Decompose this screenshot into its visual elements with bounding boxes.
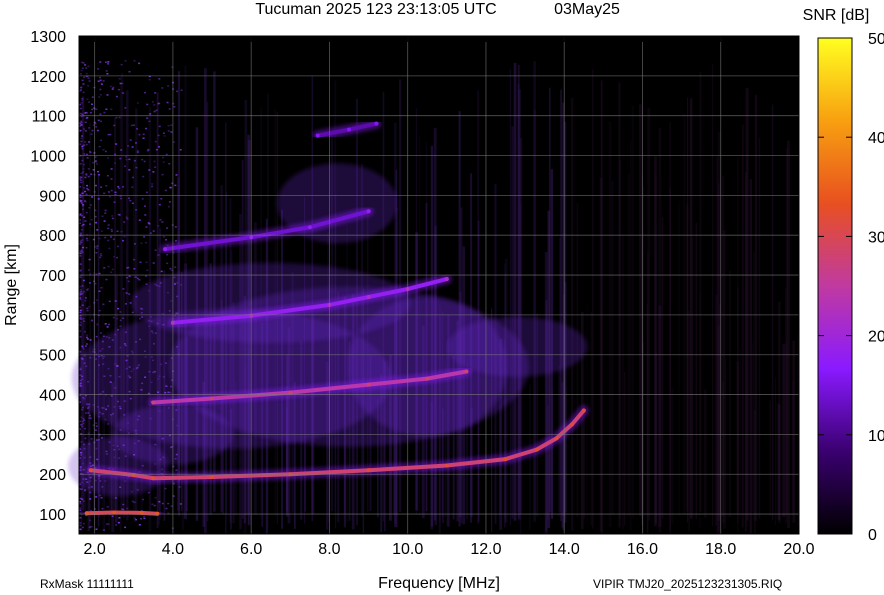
trace-point [366, 209, 371, 214]
y-axis-label: Range [km] [3, 244, 20, 326]
trace-point [374, 121, 379, 126]
trace-point [347, 127, 351, 132]
colorbar-label: SNR [dB] [803, 7, 870, 24]
chart-date: 03May25 [554, 1, 620, 18]
x-axis-label: Frequency [MHz] [378, 575, 500, 592]
x-tick-label: 20.0 [783, 541, 814, 558]
trace-point [210, 475, 214, 479]
trace-point [84, 511, 89, 516]
x-tick-label: 8.0 [318, 541, 340, 558]
ionogram-chart: 2.0 4.0 6.0 8.0 10.0 12.0 14.0 16.0 18.0 20.01002… [3, 1, 884, 592]
trace-point [151, 476, 156, 481]
y-tick-label: 900 [39, 188, 66, 205]
x-tick-label: 2.0 [84, 541, 106, 558]
trace-point [366, 468, 371, 473]
trace-point [444, 277, 449, 281]
y-tick-label: 1300 [30, 29, 66, 46]
y-tick-label: 1100 [32, 109, 67, 126]
colorbar [817, 37, 853, 535]
trace-point [581, 408, 586, 413]
trace-point [534, 447, 539, 452]
trace-point [307, 225, 312, 230]
colorbar-tick-label: 0 [868, 527, 877, 544]
trace-point [88, 468, 93, 473]
colorbar-tick-label: 30 [868, 229, 884, 246]
y-tick-label: 500 [39, 348, 66, 365]
x-tick-label: 14.0 [549, 541, 580, 558]
trace-point [366, 382, 371, 387]
trace-point [570, 422, 574, 427]
y-tick-label: 800 [39, 228, 66, 245]
x-tick-label: 4.0 [162, 541, 184, 558]
trace-point [315, 133, 320, 138]
trace-point [425, 376, 430, 381]
colorbar-tick-label: 20 [868, 329, 884, 346]
echo-trace-1 [81, 507, 163, 519]
y-tick-label: 700 [39, 268, 66, 285]
trace-point [554, 436, 559, 441]
y-tick-label: 1200 [30, 69, 66, 86]
trace-point [131, 473, 136, 477]
y-tick-label: 300 [39, 427, 66, 444]
colorbar-tick-label: 10 [868, 428, 884, 445]
y-tick-label: 1000 [30, 149, 66, 166]
rx-mask-label: RxMask 11111111 [40, 577, 134, 591]
trace-point [366, 295, 371, 299]
y-tick-label: 100 [39, 507, 66, 524]
x-tick-label: 18.0 [705, 541, 736, 558]
trace-point [288, 390, 293, 395]
chart-title: Tucuman 2025 123 23:13:05 UTC [255, 1, 496, 18]
file-name-label: VIPIR TMJ20_2025123231305.RIQ [593, 577, 782, 591]
trace-point [151, 400, 156, 405]
trace-point [210, 396, 214, 401]
colorbar-tick-label: 40 [868, 130, 884, 147]
echo-trace-line [84, 510, 160, 516]
x-tick-label: 16.0 [627, 541, 658, 558]
trace-point [464, 369, 469, 374]
x-tick-label: 12.0 [470, 541, 501, 558]
trace-point [503, 457, 508, 462]
trace-point [163, 247, 168, 252]
y-tick-label: 600 [39, 308, 66, 325]
y-tick-label: 400 [39, 388, 66, 405]
y-tick-label: 200 [39, 467, 66, 484]
x-tick-label: 10.0 [392, 541, 423, 558]
x-tick-label: 6.0 [240, 541, 262, 558]
trace-point [444, 463, 449, 468]
colorbar-tick-label: 50 [868, 31, 884, 48]
